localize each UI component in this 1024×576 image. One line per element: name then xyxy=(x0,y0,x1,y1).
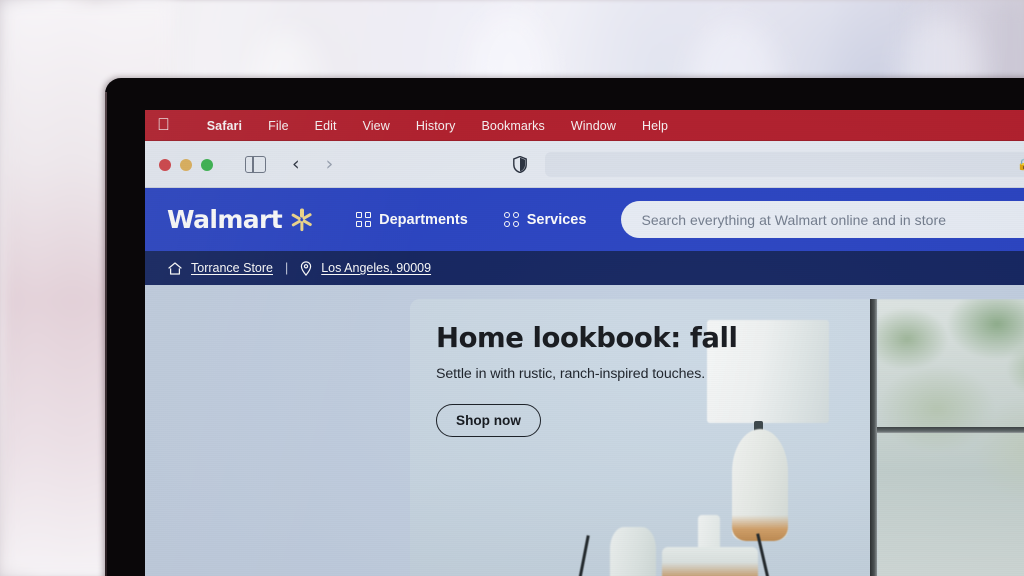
store-link[interactable]: Torrance Store xyxy=(191,261,273,275)
nav-services[interactable]: Services xyxy=(503,211,587,228)
window-controls xyxy=(159,158,213,171)
walmart-logo[interactable]: Walmart xyxy=(167,205,314,234)
minimize-window-button[interactable] xyxy=(180,158,192,171)
menu-item-history[interactable]: History xyxy=(403,119,469,133)
menu-item-help[interactable]: Help xyxy=(629,119,681,133)
sidebar-toggle-icon[interactable] xyxy=(245,156,266,173)
macos-menu-bar:  Safari File Edit View History Bookmark… xyxy=(145,110,1024,141)
browser-toolbar: ‹ › 🔒 walm xyxy=(145,141,1024,188)
hero-copy: Home lookbook: fall Settle in with rusti… xyxy=(436,322,766,438)
window-foliage xyxy=(877,299,1024,576)
menu-item-safari[interactable]: Safari xyxy=(194,119,255,133)
menu-item-edit[interactable]: Edit xyxy=(302,119,350,133)
menu-item-window[interactable]: Window xyxy=(558,119,629,133)
close-window-button[interactable] xyxy=(159,158,171,171)
hero-subtitle: Settle in with rustic, ranch-inspired to… xyxy=(436,366,706,383)
window-mullion-horizontal xyxy=(877,427,1024,433)
privacy-shield-icon[interactable] xyxy=(513,156,528,173)
home-icon xyxy=(168,261,182,275)
lamp-base xyxy=(732,429,788,541)
hero-banner[interactable]: Home lookbook: fall Settle in with rusti… xyxy=(410,299,1024,576)
nav-departments-label: Departments xyxy=(379,211,468,228)
menu-item-file[interactable]: File xyxy=(255,119,302,133)
window-mullion-vertical xyxy=(870,299,877,576)
address-bar[interactable]: 🔒 walm xyxy=(545,152,1024,177)
lock-icon: 🔒 xyxy=(1017,158,1024,171)
shop-now-button[interactable]: Shop now xyxy=(436,404,541,438)
walmart-site-header: Walmart Departments Services Search ever… xyxy=(145,188,1024,251)
screenshot-stage:  Safari File Edit View History Bookmark… xyxy=(0,0,1024,576)
walmart-wordmark: Walmart xyxy=(167,205,283,234)
laptop-screen:  Safari File Edit View History Bookmark… xyxy=(145,110,1024,576)
decor-stand-left xyxy=(577,535,590,576)
location-pin-icon xyxy=(300,260,312,276)
chevron-left-icon[interactable]: ‹ xyxy=(292,155,300,174)
site-page-body: Home lookbook: fall Settle in with rusti… xyxy=(145,285,1024,576)
decor-vase xyxy=(610,527,656,576)
location-separator: | xyxy=(284,261,289,275)
hero-title: Home lookbook: fall xyxy=(436,322,738,354)
site-search-input[interactable]: Search everything at Walmart online and … xyxy=(621,201,1024,238)
grid-squares-icon xyxy=(356,212,372,227)
walmart-spark-icon xyxy=(290,208,314,232)
window-pane xyxy=(877,299,1024,576)
zoom-window-button[interactable] xyxy=(201,158,213,171)
grid-circles-icon xyxy=(503,212,519,227)
chevron-right-icon[interactable]: › xyxy=(326,155,334,174)
store-location-bar: Torrance Store | Los Angeles, 90009 xyxy=(145,251,1024,285)
menu-item-bookmarks[interactable]: Bookmarks xyxy=(468,119,557,133)
laptop-bezel:  Safari File Edit View History Bookmark… xyxy=(105,78,1024,576)
menu-item-view[interactable]: View xyxy=(350,119,403,133)
nav-departments[interactable]: Departments xyxy=(356,212,468,228)
site-search-placeholder: Search everything at Walmart online and … xyxy=(641,211,947,228)
zip-link[interactable]: Los Angeles, 90009 xyxy=(321,261,431,275)
window-frame xyxy=(870,299,1024,576)
decor-bowl xyxy=(662,547,758,576)
apple-logo-icon[interactable]:  xyxy=(157,116,170,133)
nav-services-label: Services xyxy=(526,211,587,228)
